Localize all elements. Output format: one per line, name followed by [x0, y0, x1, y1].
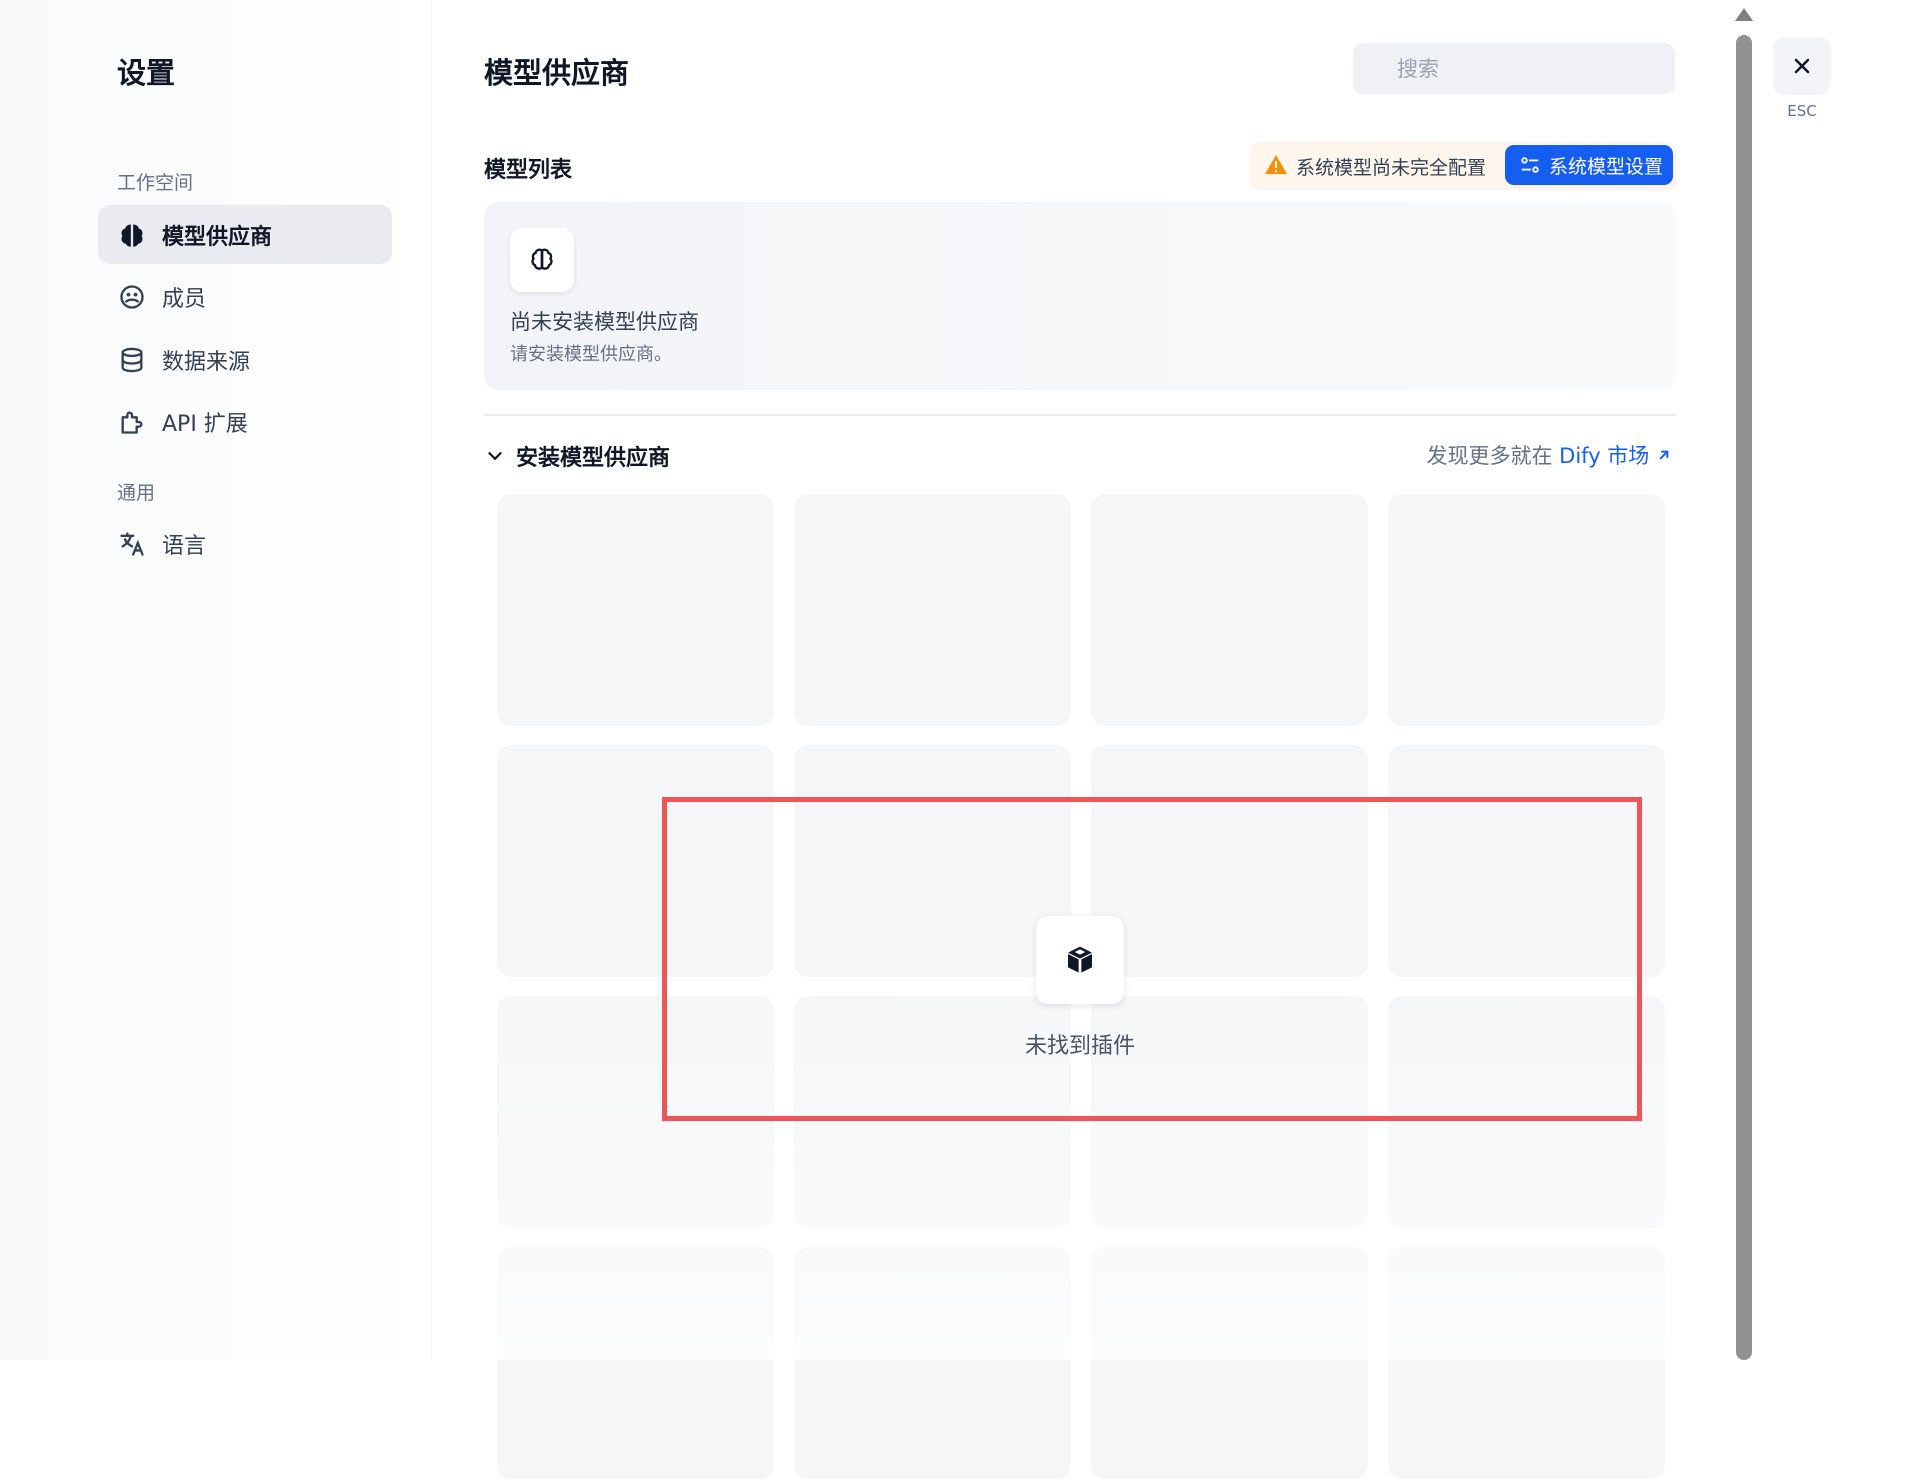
highlight-rectangle	[662, 797, 1642, 1121]
skeleton-card	[497, 494, 774, 726]
system-model-warning: 系统模型尚未完全配置 系统模型设置	[1250, 142, 1676, 188]
sidebar-item-label: 成员	[162, 286, 207, 312]
skeleton-card	[794, 494, 1071, 726]
close-icon	[1794, 58, 1810, 74]
sidebar-item-data-source[interactable]: 数据来源	[98, 330, 392, 389]
system-model-settings-label: 系统模型设置	[1549, 155, 1664, 178]
section-divider	[484, 414, 1676, 416]
scrollbar-thumb[interactable]	[1736, 35, 1752, 1360]
settings-sidebar: 设置 工作空间 模型供应商 成员 数据来源 API 扩展 通用 语言	[0, 0, 432, 1360]
brain-outline-icon	[510, 228, 574, 292]
empty-description: 请安装模型供应商。	[510, 344, 672, 365]
sidebar-item-label: API 扩展	[162, 411, 248, 437]
translate-icon	[118, 530, 146, 558]
close-button[interactable]	[1773, 37, 1831, 95]
warning-text: 系统模型尚未完全配置	[1296, 157, 1487, 179]
sidebar-item-label: 数据来源	[162, 349, 251, 375]
sidebar-item-label: 模型供应商	[162, 224, 273, 250]
scroll-up-arrow[interactable]	[1735, 8, 1753, 21]
group-label-general: 通用	[117, 482, 156, 504]
chevron-down-icon	[488, 452, 502, 461]
puzzle-icon	[118, 408, 146, 436]
group-label-workspace: 工作空间	[117, 172, 194, 194]
skeleton-card	[1388, 494, 1665, 726]
database-icon	[118, 346, 146, 374]
search-input[interactable]	[1353, 43, 1675, 94]
members-icon	[118, 283, 146, 311]
brain-icon	[118, 221, 146, 249]
esc-hint: ESC	[1787, 102, 1817, 120]
model-list-title: 模型列表	[484, 158, 573, 183]
install-providers-toggle[interactable]: 安装模型供应商	[484, 440, 670, 472]
empty-model-list-card: 尚未安装模型供应商 请安装模型供应商。	[484, 202, 1676, 390]
discover-marketplace: 发现更多就在 Dify 市场	[1372, 440, 1672, 470]
main-panel: 模型供应商 模型列表 系统模型尚未完全配置 系统模型设置 尚未安装模型供应商 请…	[432, 0, 1676, 1479]
sidebar-item-model-provider[interactable]: 模型供应商	[98, 205, 392, 264]
sidebar-title: 设置	[117, 56, 176, 90]
install-section-title: 安装模型供应商	[516, 446, 671, 471]
sidebar-item-api-extension[interactable]: API 扩展	[98, 392, 392, 451]
marketplace-link[interactable]: Dify 市场	[1559, 444, 1672, 468]
marketplace-link-label: Dify 市场	[1559, 444, 1650, 468]
skeleton-card	[1091, 494, 1368, 726]
settings-sliders-icon	[1521, 157, 1539, 173]
discover-prefix: 发现更多就在	[1426, 444, 1553, 468]
sidebar-item-language[interactable]: 语言	[98, 514, 392, 573]
external-arrow-icon	[1659, 450, 1669, 460]
sidebar-item-members[interactable]: 成员	[98, 267, 392, 326]
sidebar-item-label: 语言	[162, 533, 207, 559]
system-model-settings-button[interactable]: 系统模型设置	[1505, 145, 1673, 185]
page-title: 模型供应商	[484, 56, 630, 90]
empty-title: 尚未安装模型供应商	[510, 310, 699, 334]
warning-icon	[1265, 155, 1287, 174]
